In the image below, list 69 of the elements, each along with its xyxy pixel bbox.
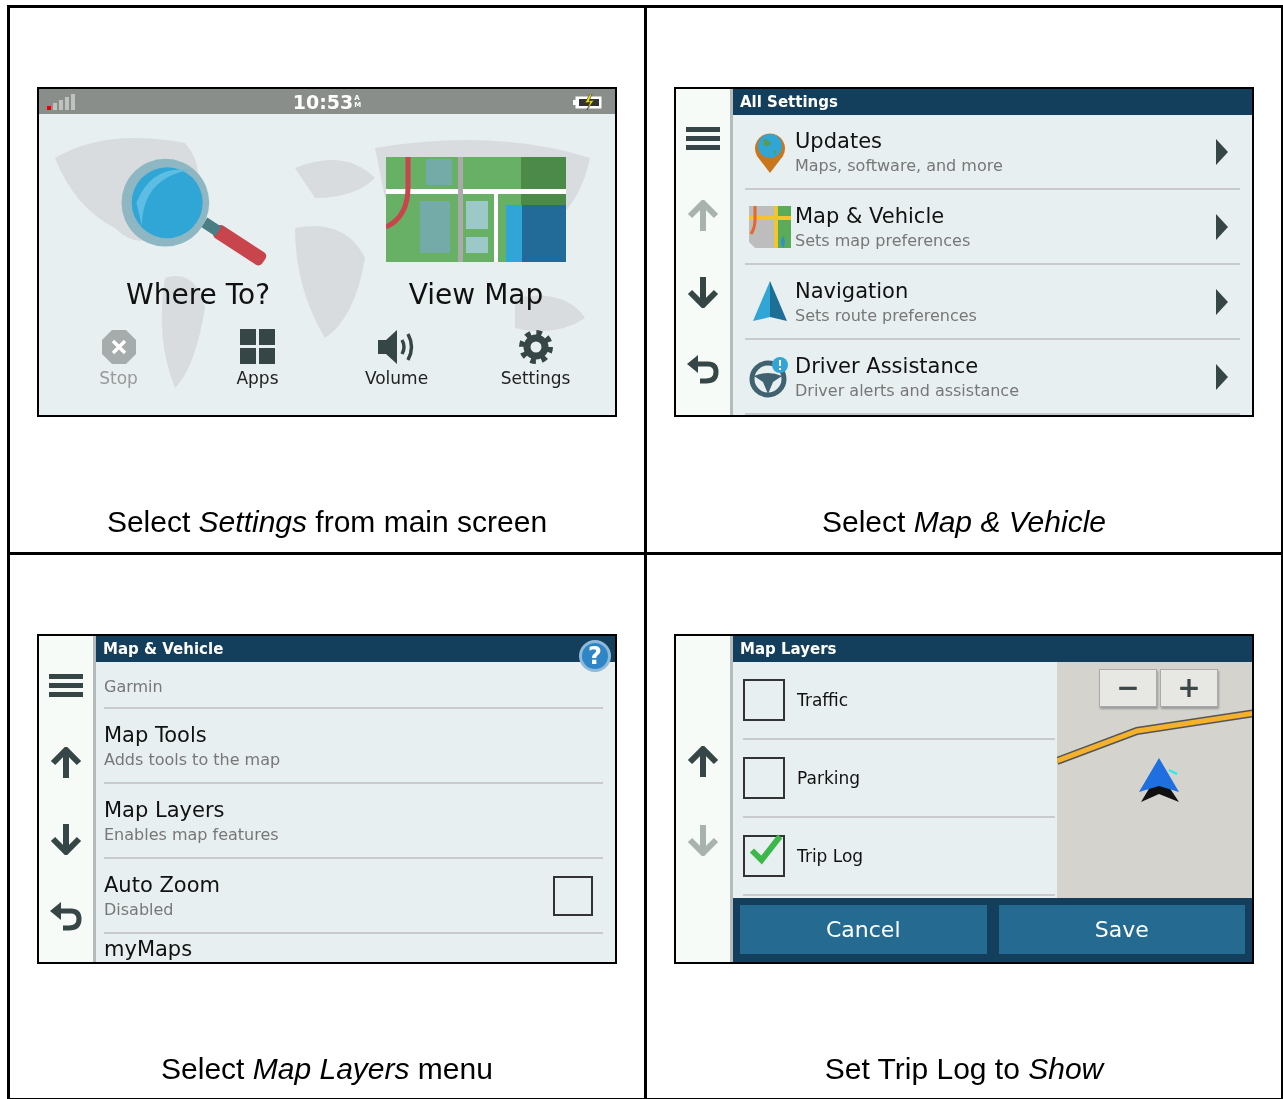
action-button[interactable]: Save xyxy=(998,905,1245,954)
steering-wheel-icon xyxy=(749,355,791,398)
action-button[interactable]: Cancel xyxy=(740,905,987,954)
row-title: myMaps xyxy=(104,937,194,961)
row-subtitle: Sets route preferences xyxy=(795,305,978,325)
settings-row[interactable]: Map Layers Enables map features xyxy=(104,784,603,859)
settings-icon xyxy=(517,329,554,365)
row-title: Navigation xyxy=(795,278,910,303)
tile-label[interactable]: Where To? xyxy=(126,278,270,311)
clock-time: 10:53 xyxy=(292,90,354,113)
row-title: Map Layers xyxy=(104,797,226,822)
tile-label[interactable]: View Map xyxy=(408,278,544,311)
checkbox[interactable] xyxy=(743,835,785,877)
settings-row[interactable]: Map Tools Adds tools to the map xyxy=(104,709,603,784)
back-arrow-icon[interactable] xyxy=(49,899,83,932)
settings-row[interactable]: myMaps xyxy=(104,934,603,962)
step-caption: Select Settings from main screen xyxy=(106,505,548,539)
caret-icon xyxy=(1216,138,1228,165)
step-caption: Set Trip Log to Show xyxy=(824,1052,1104,1086)
home-button[interactable]: Settings xyxy=(480,329,591,388)
caret-icon xyxy=(1216,288,1228,315)
down-arrow-icon[interactable] xyxy=(686,276,720,309)
row-subtitle: Driver alerts and assistance xyxy=(795,380,1020,400)
settings-row[interactable]: Updates Maps, software, and more xyxy=(745,115,1240,190)
back-arrow-icon[interactable] xyxy=(686,352,720,385)
screen-title: Map & Vehicle xyxy=(103,640,224,658)
row-title: Map & Vehicle xyxy=(795,203,946,228)
caret-icon xyxy=(1216,363,1228,390)
up-arrow-icon[interactable] xyxy=(49,746,83,779)
up-arrow-icon[interactable] xyxy=(686,746,720,778)
layer-row[interactable]: Trip Log xyxy=(743,818,1055,896)
settings-row[interactable]: Navigation Sets route preferences xyxy=(745,265,1240,340)
apps-grid-icon xyxy=(239,329,276,365)
checkbox[interactable] xyxy=(743,679,785,721)
screen-title: Map Layers xyxy=(740,640,837,658)
home-button[interactable]: Apps xyxy=(202,329,313,388)
settings-row[interactable]: Auto Zoom Disabled xyxy=(104,859,603,934)
row-subtitle: Maps, software, and more xyxy=(795,155,1004,175)
layer-row[interactable]: Traffic xyxy=(743,662,1055,740)
row-title: Updates xyxy=(795,128,883,153)
layer-label: Trip Log xyxy=(797,846,864,866)
layer-row[interactable]: Parking xyxy=(743,740,1055,818)
map-icon xyxy=(749,205,791,248)
down-arrow-icon[interactable] xyxy=(49,823,83,856)
row-subtitle: Disabled xyxy=(104,899,175,919)
stop-icon xyxy=(100,329,137,365)
step-caption: Select Map Layers menu xyxy=(161,1052,493,1086)
help-button[interactable]: ? xyxy=(579,640,611,672)
layer-label: Parking xyxy=(797,768,861,788)
screen-title: All Settings xyxy=(740,93,838,111)
row-subtitle: Garmin xyxy=(104,676,164,696)
checkbox[interactable] xyxy=(743,757,785,799)
home-button[interactable]: Volume xyxy=(341,329,452,388)
row-subtitle: Sets map preferences xyxy=(795,230,972,250)
row-title: Map Tools xyxy=(104,722,208,747)
row-title: Driver Assistance xyxy=(795,353,980,378)
zoom-in-button[interactable]: + xyxy=(1160,669,1218,707)
step-caption: Select Map & Vehicle xyxy=(821,505,1106,539)
checkbox[interactable] xyxy=(553,875,593,916)
settings-row[interactable]: Driver Assistance Driver alerts and assistance xyxy=(745,340,1240,415)
row-subtitle: Adds tools to the map xyxy=(104,749,282,769)
caret-icon xyxy=(1216,213,1228,240)
battery-charging-icon xyxy=(573,93,603,110)
navigation-arrow-icon xyxy=(752,280,788,323)
settings-row[interactable]: Map & Vehicle Sets map preferences xyxy=(745,190,1240,265)
zoom-out-button[interactable]: − xyxy=(1099,669,1157,707)
row-title: Auto Zoom xyxy=(104,872,221,897)
layer-label: Traffic xyxy=(797,690,849,710)
row-subtitle: Enables map features xyxy=(104,824,280,844)
